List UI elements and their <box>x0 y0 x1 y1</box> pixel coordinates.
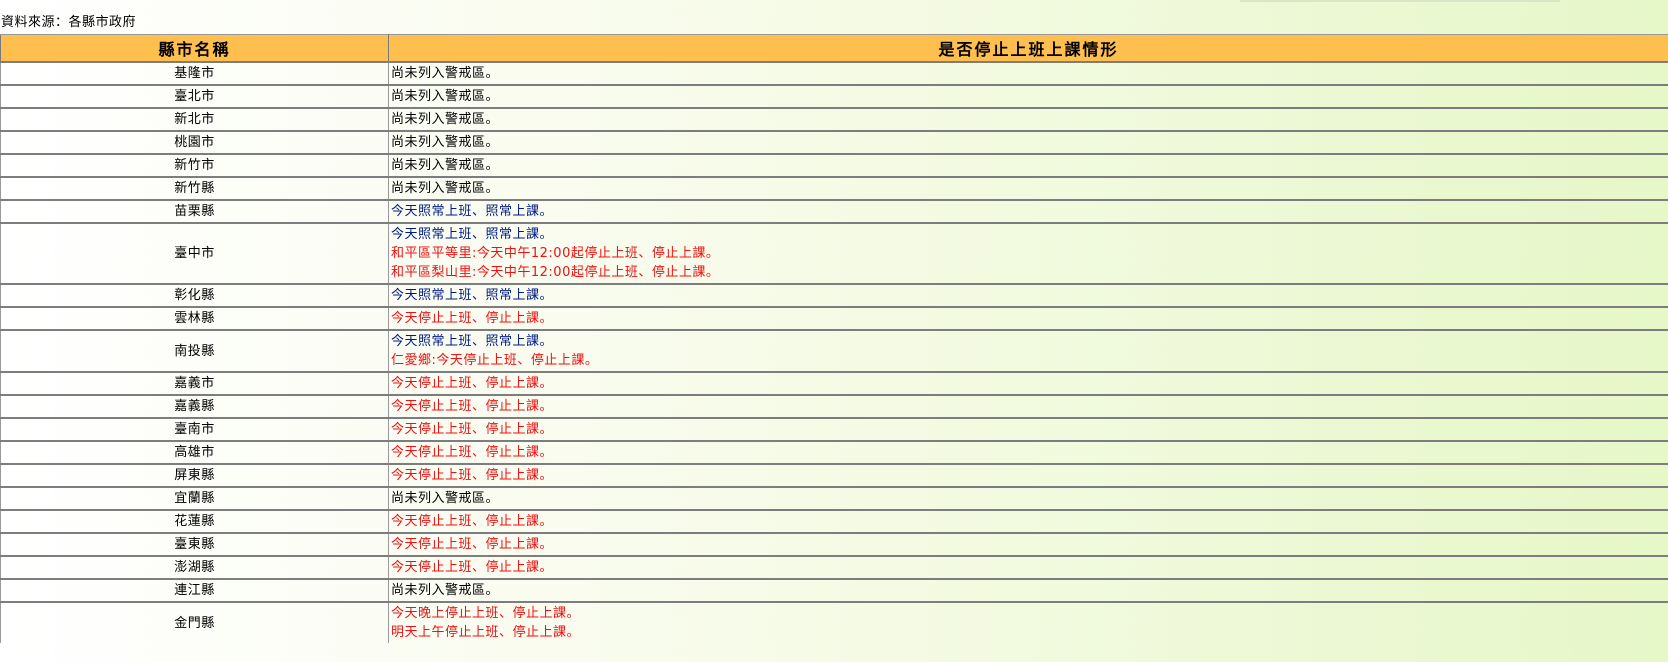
status-text: 今天停止上班、停止上課。 <box>391 537 554 552</box>
status-cell: 尚未列入警戒區。 <box>388 176 1668 200</box>
status-text: 今天停止上班、停止上課。 <box>391 311 554 326</box>
status-cell: 今天照常上班、照常上課。仁愛鄉:今天停止上班、停止上課。 <box>388 329 1668 372</box>
county-name: 嘉義縣 <box>0 394 389 418</box>
status-column-header: 是否停止上班上課情形 <box>388 34 1668 63</box>
table-row: 南投縣 今天照常上班、照常上課。仁愛鄉:今天停止上班、停止上課。 <box>0 329 1668 372</box>
top-divider <box>1240 0 1560 2</box>
table-row: 臺北市 尚未列入警戒區。 <box>0 84 1668 108</box>
county-name: 臺中市 <box>0 222 389 284</box>
status-text: 尚未列入警戒區。 <box>391 66 500 81</box>
status-text: 尚未列入警戒區。 <box>391 583 500 598</box>
county-name: 雲林縣 <box>0 306 389 330</box>
status-text: 今天照常上班、照常上課。 <box>391 227 554 242</box>
status-text: 今天停止上班、停止上課。 <box>391 560 554 575</box>
table-row: 花蓮縣 今天停止上班、停止上課。 <box>0 509 1668 533</box>
status-text: 和平區梨山里:今天中午12:00起停止上班、停止上課。 <box>391 265 720 280</box>
status-cell: 尚未列入警戒區。 <box>388 84 1668 108</box>
county-name: 彰化縣 <box>0 283 389 307</box>
county-name: 桃園市 <box>0 130 389 154</box>
county-name: 新北市 <box>0 107 389 131</box>
table-row: 澎湖縣 今天停止上班、停止上課。 <box>0 555 1668 579</box>
status-cell: 今天停止上班、停止上課。 <box>388 509 1668 533</box>
table-row: 屏東縣 今天停止上班、停止上課。 <box>0 463 1668 487</box>
suspension-table: 縣市名稱 是否停止上班上課情形 基隆市 尚未列入警戒區。 臺北市 尚未列入警戒區。 新北… <box>0 34 1668 643</box>
status-cell: 尚未列入警戒區。 <box>388 130 1668 154</box>
county-name: 花蓮縣 <box>0 509 389 533</box>
status-cell: 今天停止上班、停止上課。 <box>388 417 1668 441</box>
table-row: 桃園市 尚未列入警戒區。 <box>0 130 1668 154</box>
table-row: 新竹縣 尚未列入警戒區。 <box>0 176 1668 200</box>
status-text: 和平區平等里:今天中午12:00起停止上班、停止上課。 <box>391 246 720 261</box>
county-name: 屏東縣 <box>0 463 389 487</box>
status-cell: 今天停止上班、停止上課。 <box>388 371 1668 395</box>
table-row: 苗栗縣 今天照常上班、照常上課。 <box>0 199 1668 223</box>
county-name: 南投縣 <box>0 329 389 372</box>
table-row: 新竹市 尚未列入警戒區。 <box>0 153 1668 177</box>
table-row: 嘉義縣 今天停止上班、停止上課。 <box>0 394 1668 418</box>
table-row: 臺東縣 今天停止上班、停止上課。 <box>0 532 1668 556</box>
county-name: 臺南市 <box>0 417 389 441</box>
county-name: 基隆市 <box>0 61 389 85</box>
status-cell: 今天停止上班、停止上課。 <box>388 306 1668 330</box>
status-cell: 今天停止上班、停止上課。 <box>388 394 1668 418</box>
table-row: 宜蘭縣 尚未列入警戒區。 <box>0 486 1668 510</box>
table-row: 彰化縣 今天照常上班、照常上課。 <box>0 283 1668 307</box>
status-cell: 今天照常上班、照常上課。和平區平等里:今天中午12:00起停止上班、停止上課。和… <box>388 222 1668 284</box>
table-body: 基隆市 尚未列入警戒區。 臺北市 尚未列入警戒區。 新北市 尚未列入警戒區。 桃園市 尚未列入… <box>0 61 1668 643</box>
status-cell: 尚未列入警戒區。 <box>388 107 1668 131</box>
status-text: 今天停止上班、停止上課。 <box>391 376 554 391</box>
status-text: 今天照常上班、照常上課。 <box>391 334 554 349</box>
status-text: 今天停止上班、停止上課。 <box>391 445 554 460</box>
county-name: 新竹縣 <box>0 176 389 200</box>
status-cell: 今天停止上班、停止上課。 <box>388 463 1668 487</box>
status-text: 今天停止上班、停止上課。 <box>391 514 554 529</box>
status-text: 尚未列入警戒區。 <box>391 135 500 150</box>
table-row: 新北市 尚未列入警戒區。 <box>0 107 1668 131</box>
status-text: 尚未列入警戒區。 <box>391 491 500 506</box>
county-name: 連江縣 <box>0 578 389 602</box>
data-source-label: 資料來源：各縣市政府 <box>1 15 137 30</box>
table-row: 嘉義市 今天停止上班、停止上課。 <box>0 371 1668 395</box>
county-name: 嘉義市 <box>0 371 389 395</box>
county-name: 金門縣 <box>0 601 389 643</box>
status-text: 今天停止上班、停止上課。 <box>391 422 554 437</box>
status-cell: 尚未列入警戒區。 <box>388 486 1668 510</box>
table-row: 臺中市 今天照常上班、照常上課。和平區平等里:今天中午12:00起停止上班、停止上… <box>0 222 1668 284</box>
county-name: 澎湖縣 <box>0 555 389 579</box>
status-text: 今天停止上班、停止上課。 <box>391 468 554 483</box>
status-cell: 今天停止上班、停止上課。 <box>388 532 1668 556</box>
status-text: 今天晚上停止上班、停止上課。 <box>391 606 581 621</box>
status-text: 尚未列入警戒區。 <box>391 112 500 127</box>
status-text: 仁愛鄉:今天停止上班、停止上課。 <box>391 353 599 368</box>
status-text: 尚未列入警戒區。 <box>391 158 500 173</box>
table-row: 基隆市 尚未列入警戒區。 <box>0 61 1668 85</box>
status-cell: 尚未列入警戒區。 <box>388 578 1668 602</box>
county-name: 宜蘭縣 <box>0 486 389 510</box>
status-text: 今天停止上班、停止上課。 <box>391 399 554 414</box>
table-row: 高雄市 今天停止上班、停止上課。 <box>0 440 1668 464</box>
status-cell: 尚未列入警戒區。 <box>388 153 1668 177</box>
status-text: 今天照常上班、照常上課。 <box>391 204 554 219</box>
status-cell: 今天照常上班、照常上課。 <box>388 283 1668 307</box>
table-row: 金門縣 今天晚上停止上班、停止上課。 明天上午停止上班、停止上課。 <box>0 601 1668 643</box>
status-cell: 今天晚上停止上班、停止上課。 明天上午停止上班、停止上課。 <box>388 601 1668 643</box>
county-column-header: 縣市名稱 <box>0 34 389 63</box>
status-text: 今天照常上班、照常上課。 <box>391 288 554 303</box>
county-name: 高雄市 <box>0 440 389 464</box>
table-header-row: 縣市名稱 是否停止上班上課情形 <box>0 34 1668 63</box>
county-name: 苗栗縣 <box>0 199 389 223</box>
table-row: 連江縣 尚未列入警戒區。 <box>0 578 1668 602</box>
status-cell: 今天照常上班、照常上課。 <box>388 199 1668 223</box>
status-text: 尚未列入警戒區。 <box>391 89 500 104</box>
status-cell: 尚未列入警戒區。 <box>388 61 1668 85</box>
county-name: 新竹市 <box>0 153 389 177</box>
status-text: 明天上午停止上班、停止上課。 <box>391 625 581 640</box>
status-cell: 今天停止上班、停止上課。 <box>388 440 1668 464</box>
table-row: 雲林縣 今天停止上班、停止上課。 <box>0 306 1668 330</box>
county-name: 臺北市 <box>0 84 389 108</box>
status-text: 尚未列入警戒區。 <box>391 181 500 196</box>
table-row: 臺南市 今天停止上班、停止上課。 <box>0 417 1668 441</box>
status-cell: 今天停止上班、停止上課。 <box>388 555 1668 579</box>
county-name: 臺東縣 <box>0 532 389 556</box>
